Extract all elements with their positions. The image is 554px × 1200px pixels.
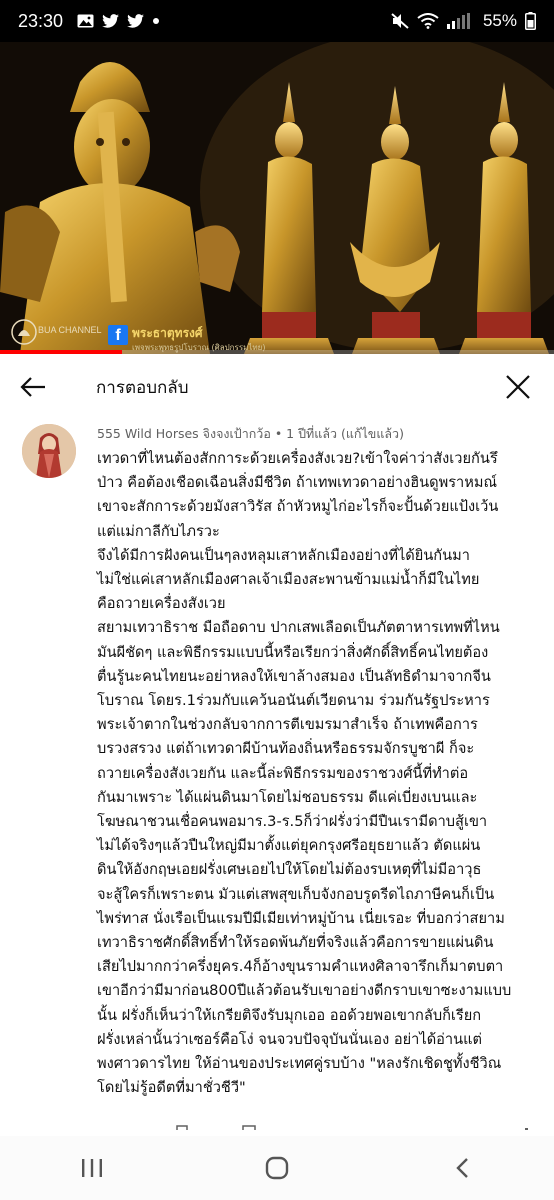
comment-line: บรวงสรวง แต่ถ้าเทวดาผีบ้านท้องถิ่นหรือธร… bbox=[97, 740, 475, 758]
comment-line: นั้น ฝรั่งก็เห็นว่าให้เกรียติจึงรับมุกเอ… bbox=[97, 1006, 482, 1024]
image-icon bbox=[77, 14, 94, 28]
comment-line: ถวายเครื่องสังเวยกัน และนี้ล่ะพิธีกรรมขอ… bbox=[97, 764, 469, 782]
comment-line: ไพร่ทาส นั่งเรือเป็นแรมปีมีเมียเท่าหมู่บ… bbox=[97, 909, 505, 927]
comment-line: เขาอีกว่ามีมาก่อน800ปีแล้วต้อนรับเขาอย่า… bbox=[97, 982, 512, 1000]
comment-line: ไม่ใช่แค่เสาหลักเมืองศาลเจ้าเมืองสะพานข้… bbox=[97, 571, 480, 589]
comment-line: ไม่ได้จริงๆแล้วปืนใหญ่มีมาตั้งแต่ยุคกรุง… bbox=[97, 837, 481, 855]
mute-icon bbox=[391, 13, 409, 29]
home-icon bbox=[265, 1156, 289, 1180]
comment-line: เทวดาที่ไหนต้องสักการะด้วยเครื่องสังเวย?… bbox=[97, 450, 498, 467]
comment-meta: 555 Wild Horses จิงจงเป้ากว้อ • 1 ปีที่แ… bbox=[97, 424, 404, 444]
navigation-bar bbox=[0, 1136, 554, 1200]
status-bar: 23:30 55% bbox=[0, 0, 554, 42]
avatar-image bbox=[22, 424, 76, 478]
status-right: 55% bbox=[391, 11, 536, 31]
video-thumbnail bbox=[0, 42, 554, 354]
comment-line: พงศาวดารไทย ให้อ่านของประเทศคู่รบบ้าง "ห… bbox=[97, 1055, 502, 1073]
comment-line: เขาจะสักการะด้วยมังสาวิรัส ถ้าหัวหมูไก่อ… bbox=[97, 498, 499, 516]
battery-percent: 55% bbox=[482, 11, 517, 30]
nav-back-icon bbox=[455, 1158, 468, 1178]
dot-icon bbox=[153, 18, 160, 24]
comment-edited: (แก้ไขแล้ว) bbox=[341, 426, 404, 441]
comment-time: 1 ปีที่แล้ว bbox=[286, 426, 338, 441]
comment-line: โฆษณาชวนเชื่อคนพอมาร.3-ร.5ก็ว่าฝรั่งว่าม… bbox=[97, 813, 488, 831]
comment-thread: 555 Wild Horses จิงจงเป้ากว้อ • 1 ปีที่แ… bbox=[0, 420, 554, 1130]
video-player[interactable]: BUA CHANNEL f พระธาตุทรงศ์ เพจพระพุทธรูป… bbox=[0, 42, 554, 354]
channel-name: BUA CHANNEL bbox=[38, 325, 102, 335]
twitter-icon bbox=[102, 14, 119, 28]
comment-line: แต่แม่กาลีกับไภรวะ bbox=[97, 522, 220, 540]
comment-line: มันผีชัดๆ และพิธีกรรมแบบนี้หรือเรียกว่าส… bbox=[97, 643, 489, 661]
comment-line: เสียไปมากกว่าครึ่งยุคร.4ก็อ้างขุนรามคำแห… bbox=[97, 958, 504, 976]
replies-title: การตอบกลับ bbox=[96, 377, 189, 398]
comment-line: ตื่นรู้นะคนไทยนะอย่าหลงให้เขาล้างสมอง เป… bbox=[97, 667, 491, 685]
comment-actions-partial bbox=[176, 1125, 528, 1130]
meta-separator: • bbox=[274, 426, 287, 441]
arrow-back-icon bbox=[20, 377, 45, 397]
back-button[interactable] bbox=[0, 354, 66, 420]
comment-text: เทวดาที่ไหนต้องสักการะด้วยเครื่องสังเวย?… bbox=[97, 447, 545, 1100]
twitter-icon bbox=[127, 14, 144, 28]
close-button[interactable] bbox=[494, 363, 542, 411]
comment-line: ฝรั่งเหล่านั้นว่าเซอร์คือโง่ จนจวบปัจจุบ… bbox=[97, 1030, 482, 1048]
comment-line: จะสู้ใครก็เพราะตน มัวแต่เสพสุขเก็บจังกอบ… bbox=[97, 885, 495, 903]
recents-icon bbox=[82, 1159, 103, 1177]
replies-header: การตอบกลับ bbox=[0, 354, 554, 420]
status-time: 23:30 bbox=[18, 10, 64, 31]
facebook-icon: f bbox=[108, 325, 128, 345]
avatar[interactable] bbox=[22, 424, 76, 478]
more-icon[interactable] bbox=[525, 1128, 528, 1130]
nav-back-button[interactable] bbox=[430, 1136, 494, 1200]
comment-line: พระเจ้าตากในช่วงกลับจากการตีเขมรมาสำเร็จ… bbox=[97, 716, 478, 734]
comment-line: ป่าว คือต้องเชือดเฉือนสิ่งมีชีวิต ถ้าเทพ… bbox=[97, 474, 498, 492]
dislike-icon[interactable] bbox=[176, 1125, 188, 1130]
signal-icon bbox=[446, 13, 470, 29]
home-button[interactable] bbox=[245, 1136, 309, 1200]
comment-line: จึงได้มีการฝังคนเป็นๆลงหลุมเสาหลักเมืองอ… bbox=[97, 546, 470, 564]
close-icon bbox=[506, 375, 530, 399]
comment-line: กันมาเพราะ ได้แผ่นดินมาโดยไม่ชอบธรรม ดีแ… bbox=[97, 788, 478, 806]
comment-line: ดินให้อังกฤษเอยฝรั่งเศษเอยไปให้โดยไม่ต้อ… bbox=[97, 861, 482, 879]
comment-line: โดยไม่รู้อดีตที่มาชั่วชีวี" bbox=[97, 1079, 246, 1097]
recents-button[interactable] bbox=[60, 1136, 124, 1200]
comment-author[interactable]: 555 Wild Horses จิงจงเป้ากว้อ bbox=[97, 426, 271, 441]
wifi-icon bbox=[417, 13, 439, 29]
comment-line: คือถวายเครื่องสังเวย bbox=[97, 595, 226, 613]
reply-icon[interactable] bbox=[242, 1125, 256, 1130]
comment-line: สยามเทวาธิราช มือถือดาบ ปากเสพเลือดเป็นภ… bbox=[97, 619, 500, 637]
comment-line: โบราณ โดยร.1ร่วมกับแคว้นอนันต์เวียดนาม ร… bbox=[97, 692, 490, 710]
battery-icon bbox=[525, 12, 536, 30]
comment-line: เทวาธิราชศักดิ์สิทธิ์ทำให้รอดพ้นภัยที่จร… bbox=[97, 934, 494, 952]
comment-actions bbox=[97, 1120, 537, 1130]
